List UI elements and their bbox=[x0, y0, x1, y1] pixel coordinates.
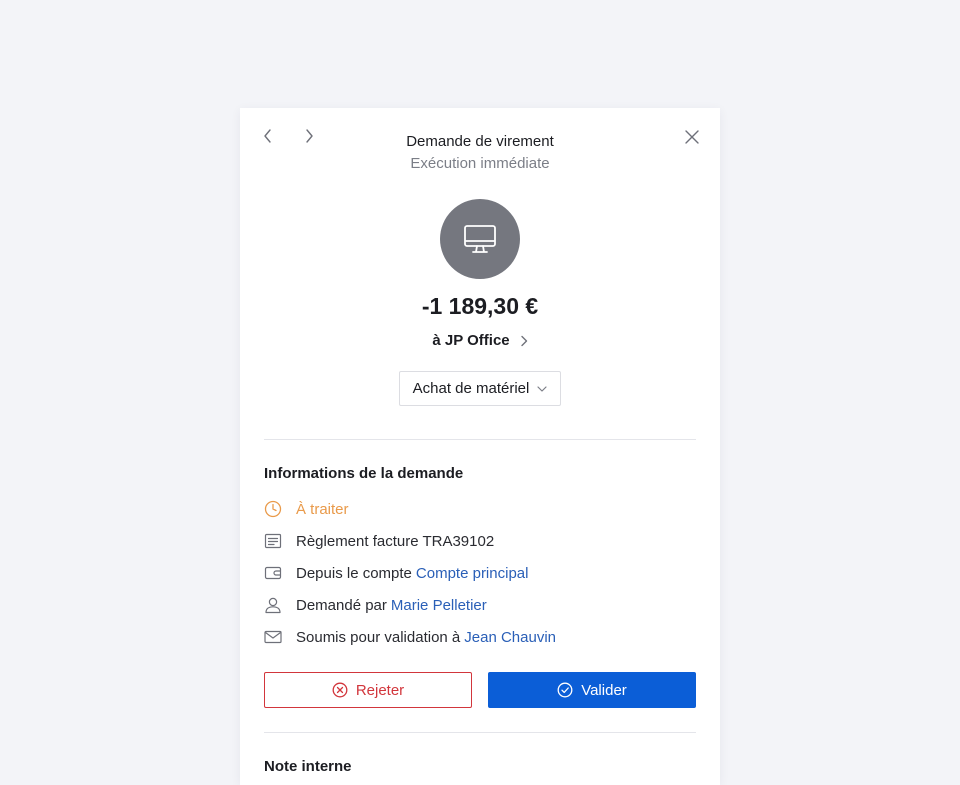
check-circle-icon bbox=[557, 682, 573, 698]
recipient-label: à JP Office bbox=[432, 332, 510, 349]
invoice-row: Règlement facture TRA39102 bbox=[264, 530, 494, 552]
transaction-amount: -1 189,30 € bbox=[421, 293, 539, 319]
transfer-request-panel: Demande de virement Exécution immédiate … bbox=[240, 108, 720, 785]
chevron-down-icon bbox=[537, 385, 547, 392]
divider bbox=[264, 439, 696, 440]
close-button[interactable] bbox=[680, 125, 704, 149]
page-title: Demande de virement bbox=[406, 133, 554, 150]
info-section-title: Informations de la demande bbox=[264, 465, 464, 482]
page-subtitle: Exécution immédiate bbox=[410, 155, 550, 172]
recipient-avatar bbox=[440, 199, 520, 279]
reject-button[interactable]: Rejeter bbox=[264, 672, 472, 708]
validate-button[interactable]: Valider bbox=[488, 672, 696, 708]
requester-link[interactable]: Marie Pelletier bbox=[391, 597, 487, 614]
account-row: Depuis le compte Compte principal bbox=[264, 562, 528, 584]
status-text: À traiter bbox=[296, 500, 349, 518]
recipient-link[interactable]: à JP Office bbox=[240, 332, 720, 349]
chevron-right-icon bbox=[520, 335, 528, 347]
requester-row: Demandé par Marie Pelletier bbox=[264, 594, 487, 616]
x-circle-icon bbox=[332, 682, 348, 698]
divider bbox=[264, 732, 696, 733]
validate-label: Valider bbox=[581, 681, 627, 699]
requester-prefix: Demandé par bbox=[296, 596, 387, 614]
validator-link[interactable]: Jean Chauvin bbox=[464, 629, 556, 646]
status-row: À traiter bbox=[264, 498, 349, 520]
envelope-icon bbox=[264, 626, 288, 648]
document-icon bbox=[264, 530, 288, 552]
category-value: Achat de matériel bbox=[412, 380, 530, 397]
validator-prefix: Soumis pour validation à bbox=[296, 628, 461, 646]
wallet-icon bbox=[264, 562, 288, 584]
clock-icon bbox=[264, 498, 288, 520]
validator-row: Soumis pour validation à Jean Chauvin bbox=[264, 626, 556, 648]
account-link[interactable]: Compte principal bbox=[416, 565, 529, 582]
close-icon bbox=[685, 130, 699, 144]
category-select[interactable]: Achat de matériel bbox=[399, 371, 561, 406]
invoice-text: Règlement facture TRA39102 bbox=[296, 532, 495, 550]
account-prefix: Depuis le compte bbox=[296, 564, 412, 582]
reject-label: Rejeter bbox=[355, 681, 405, 699]
note-section-title: Note interne bbox=[264, 758, 352, 775]
monitor-icon bbox=[464, 225, 496, 253]
user-icon bbox=[264, 594, 288, 616]
